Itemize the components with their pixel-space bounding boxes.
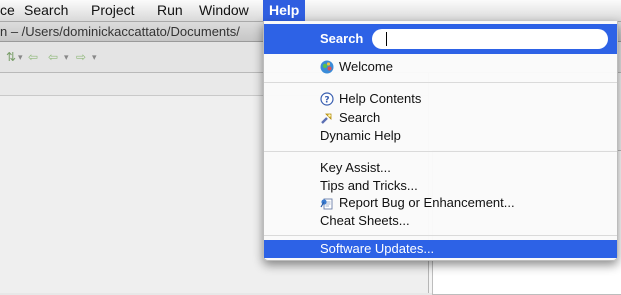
menu-item-label: Software Updates... (320, 241, 435, 256)
help-menu: Search Welcome ? Help Contents Search Dy… (263, 21, 618, 261)
svg-text:?: ? (324, 96, 329, 106)
menu-item-label: Help Contents (339, 91, 422, 106)
next-annotation-icon[interactable]: ⇅ (6, 50, 16, 64)
menu-run[interactable]: Run (157, 0, 183, 21)
menu-item-label: Tips and Tricks... (320, 178, 418, 193)
text-caret (386, 32, 387, 46)
last-edit-icon[interactable]: ⇦ (28, 50, 38, 64)
menu-project[interactable]: Project (91, 0, 135, 21)
menu-item-tips-tricks[interactable]: Tips and Tricks... (264, 177, 617, 195)
menu-search[interactable]: Search (24, 0, 68, 21)
window-title: n – /Users/dominickaccattato/Documents/ (0, 24, 240, 39)
menu-item-search[interactable]: Search (264, 109, 617, 127)
menu-item-software-updates[interactable]: Software Updates... (264, 240, 617, 258)
help-search-row: Search (264, 24, 617, 54)
menu-item-label: Report Bug or Enhancement... (339, 195, 515, 210)
menu-bar: ce Search Project Run Window Help (0, 0, 621, 22)
dropdown-arrow-icon[interactable]: ▾ (18, 52, 23, 63)
help-search-label: Search (320, 31, 364, 46)
back-dropdown-icon[interactable]: ▾ (64, 52, 69, 63)
menu-item-dynamic-help[interactable]: Dynamic Help (264, 127, 617, 145)
menu-item-report-bug[interactable]: Report Bug or Enhancement... (264, 194, 617, 212)
menu-item-label: Search (339, 110, 381, 125)
menu-item-label: Welcome (339, 59, 393, 74)
menu-item-welcome[interactable]: Welcome (264, 58, 617, 76)
back-icon[interactable]: ⇦ (48, 50, 58, 64)
menu-separator (264, 82, 617, 83)
welcome-icon (320, 60, 334, 74)
help-question-icon: ? (320, 92, 334, 106)
menu-item-help-contents[interactable]: ? Help Contents (264, 90, 617, 108)
report-bug-icon (320, 198, 333, 210)
menu-source[interactable]: ce (0, 0, 15, 21)
forward-icon[interactable]: ⇨ (76, 50, 86, 64)
menu-help[interactable]: Help (263, 0, 306, 21)
search-flashlight-icon (321, 113, 332, 124)
menu-item-label: Dynamic Help (320, 128, 401, 143)
menu-item-cheat-sheets[interactable]: Cheat Sheets... (264, 212, 617, 230)
menu-item-label: Cheat Sheets... (320, 213, 410, 228)
menu-window[interactable]: Window (199, 0, 249, 21)
menu-separator (264, 235, 617, 236)
forward-dropdown-icon[interactable]: ▾ (92, 52, 97, 63)
help-search-input[interactable] (372, 29, 608, 49)
menu-item-label: Key Assist... (320, 160, 391, 175)
menu-item-key-assist[interactable]: Key Assist... (264, 159, 617, 177)
menu-separator (264, 151, 617, 152)
